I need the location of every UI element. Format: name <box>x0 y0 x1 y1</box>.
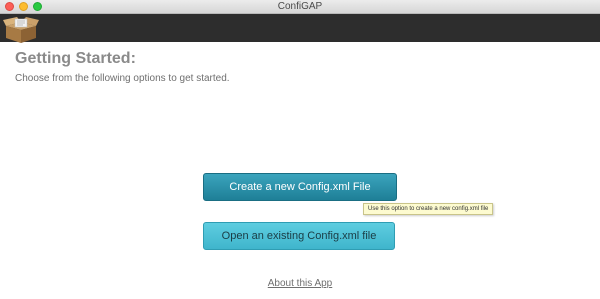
app-window: ConfiGAP Getting Started: Choose from th… <box>0 0 600 299</box>
title-bar: ConfiGAP <box>0 0 600 14</box>
about-app-footer: About this App <box>0 278 600 289</box>
page-subheading: Choose from the following options to get… <box>15 73 230 84</box>
page-heading: Getting Started: <box>15 50 136 67</box>
about-app-link[interactable]: About this App <box>268 278 333 289</box>
window-title: ConfiGAP <box>277 1 323 12</box>
create-config-button[interactable]: Create a new Config.xml File <box>203 173 397 201</box>
create-config-tooltip: Use this option to create a new config.x… <box>363 203 494 215</box>
open-box-icon <box>3 17 39 43</box>
app-toolbar <box>0 14 600 43</box>
open-config-button[interactable]: Open an existing Config.xml file <box>203 222 395 250</box>
